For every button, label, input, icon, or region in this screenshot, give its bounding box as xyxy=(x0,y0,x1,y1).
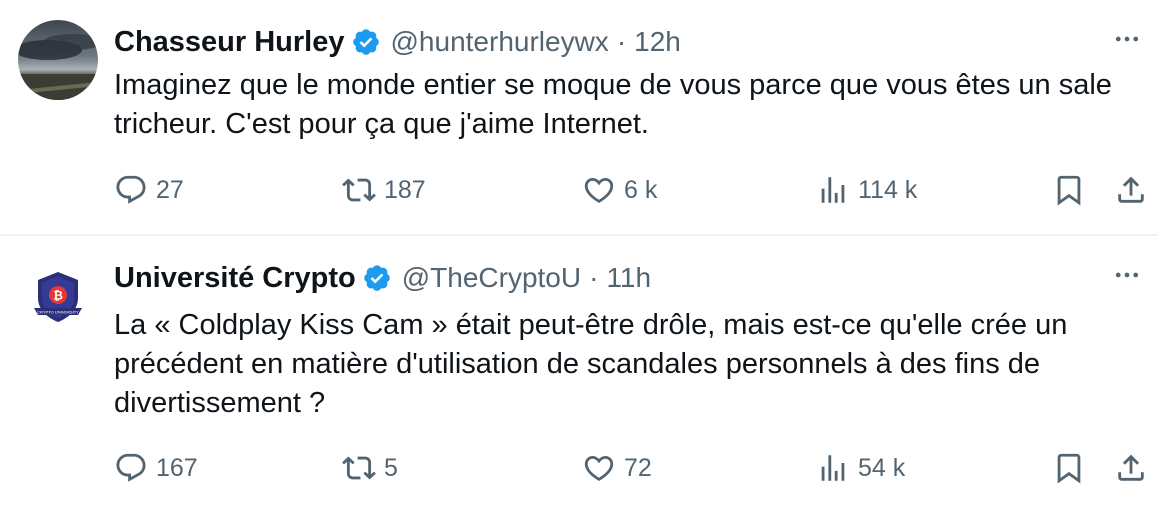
svg-text:₿: ₿ xyxy=(53,289,63,303)
share-button[interactable] xyxy=(1114,448,1148,488)
reply-button[interactable]: 27 xyxy=(114,170,184,210)
bookmark-button[interactable] xyxy=(1052,448,1086,488)
bookmark-button[interactable] xyxy=(1052,170,1086,210)
author-name[interactable]: Université Crypto xyxy=(114,262,356,295)
svg-text:CRYPTO UNIVERSITY: CRYPTO UNIVERSITY xyxy=(37,309,79,314)
separator-dot: · xyxy=(616,26,627,57)
reply-count: 167 xyxy=(156,453,198,482)
like-count: 72 xyxy=(624,453,652,482)
tweet-text: Imaginez que le monde entier se moque de… xyxy=(114,69,1112,140)
tweet-text: La « Coldplay Kiss Cam » était peut-être… xyxy=(114,309,1068,419)
bookmark-icon xyxy=(1057,453,1081,484)
verified-badge-icon xyxy=(352,29,379,55)
timestamp[interactable]: 12h xyxy=(634,26,681,58)
author-name[interactable]: Chasseur Hurley xyxy=(114,26,345,59)
reply-count: 27 xyxy=(156,175,184,204)
author-handle[interactable]: @TheCryptoU xyxy=(402,262,581,294)
views-count: 114 k xyxy=(858,175,918,204)
like-icon xyxy=(584,455,614,481)
reply-icon xyxy=(116,453,146,482)
share-icon xyxy=(1118,454,1144,481)
verified-badge-icon xyxy=(363,265,390,291)
like-count: 6 k xyxy=(624,175,658,204)
retweet-count: 187 xyxy=(384,175,426,204)
retweet-icon xyxy=(342,456,376,480)
like-button[interactable]: 72 xyxy=(582,448,652,488)
views-icon xyxy=(821,177,845,203)
like-button[interactable]: 6 k xyxy=(582,170,657,210)
like-icon xyxy=(584,177,614,203)
retweet-button[interactable]: 187 xyxy=(342,170,426,210)
timestamp[interactable]: 11h xyxy=(606,262,651,294)
separator-dot: · xyxy=(589,262,599,293)
tweet[interactable]: ₿ CRYPTO UNIVERSITY Université Crypto @T… xyxy=(0,236,1158,508)
views-button[interactable]: 114 k xyxy=(816,170,917,210)
reply-button[interactable]: 167 xyxy=(114,448,198,488)
tweet-header: Chasseur Hurley @hunterhurleywx · 12h xyxy=(114,22,681,62)
author-handle[interactable]: @hunterhurleywx xyxy=(391,26,609,58)
more-icon[interactable] xyxy=(1110,258,1144,292)
more-icon[interactable] xyxy=(1110,22,1144,56)
action-bar: 167 5 72 54 k xyxy=(114,448,1146,488)
action-bar: 27 187 6 k 114 k xyxy=(114,170,1146,210)
avatar[interactable]: ₿ CRYPTO UNIVERSITY xyxy=(18,258,98,338)
tweet-header: Université Crypto @TheCryptoU · 11h xyxy=(114,258,651,298)
views-icon xyxy=(821,455,845,481)
bookmark-icon xyxy=(1057,175,1081,206)
share-icon xyxy=(1118,176,1144,203)
reply-icon xyxy=(116,175,146,204)
views-button[interactable]: 54 k xyxy=(816,448,905,488)
retweet-count: 5 xyxy=(384,453,398,482)
tweet[interactable]: Chasseur Hurley @hunterhurleywx · 12h Im… xyxy=(0,0,1158,234)
retweet-button[interactable]: 5 xyxy=(342,448,398,488)
views-count: 54 k xyxy=(858,453,906,482)
avatar[interactable] xyxy=(18,20,98,100)
retweet-icon xyxy=(342,178,376,202)
share-button[interactable] xyxy=(1114,170,1148,210)
